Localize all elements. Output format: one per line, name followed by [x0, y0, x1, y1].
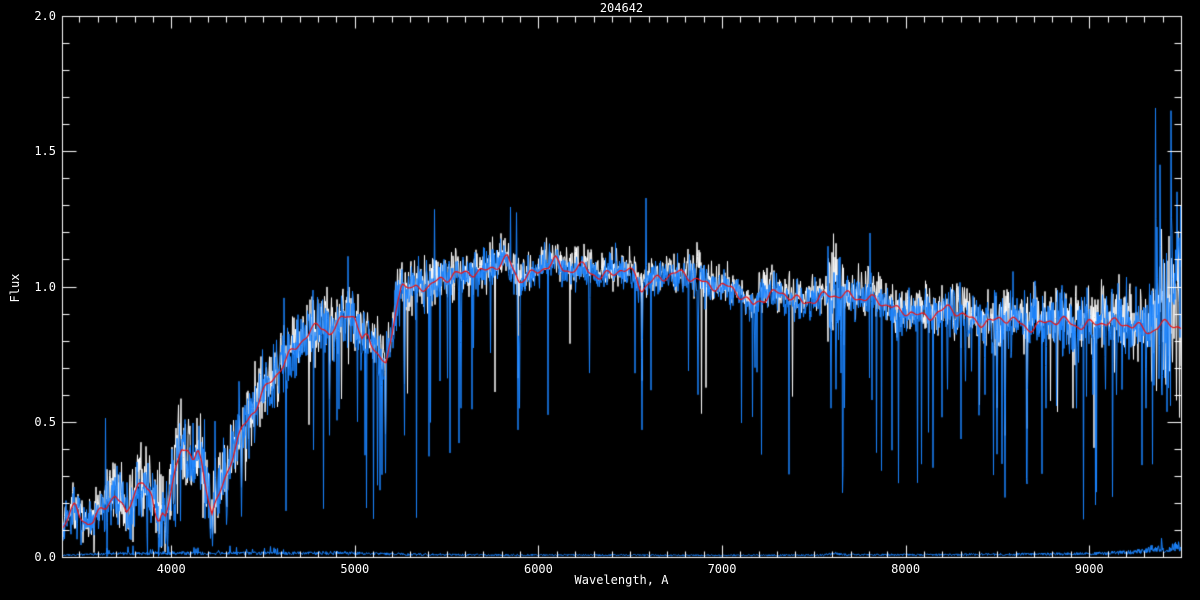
y-tick-label: 2.0 — [34, 9, 56, 23]
x-tick-label: 5000 — [340, 562, 370, 576]
spectrum-plot-canvas — [0, 0, 1200, 600]
plot-title: 204642 — [599, 1, 644, 15]
x-tick-label: 7000 — [707, 562, 737, 576]
y-tick-label: 0.5 — [34, 414, 56, 429]
x-axis-label: Wavelength, A — [574, 573, 669, 587]
x-tick-label: 8000 — [891, 562, 921, 576]
x-tick-label: 9000 — [1074, 562, 1104, 576]
spectrum-figure: 204642 Wavelength, A Flux 4000 5000 6000 70… — [0, 0, 1200, 600]
x-tick-label: 4000 — [156, 562, 186, 576]
x-tick-label: 6000 — [523, 562, 553, 576]
y-tick-label: 0.0 — [34, 550, 56, 564]
y-tick-label: 1.5 — [34, 144, 56, 159]
y-tick-label: 1.0 — [34, 279, 56, 294]
